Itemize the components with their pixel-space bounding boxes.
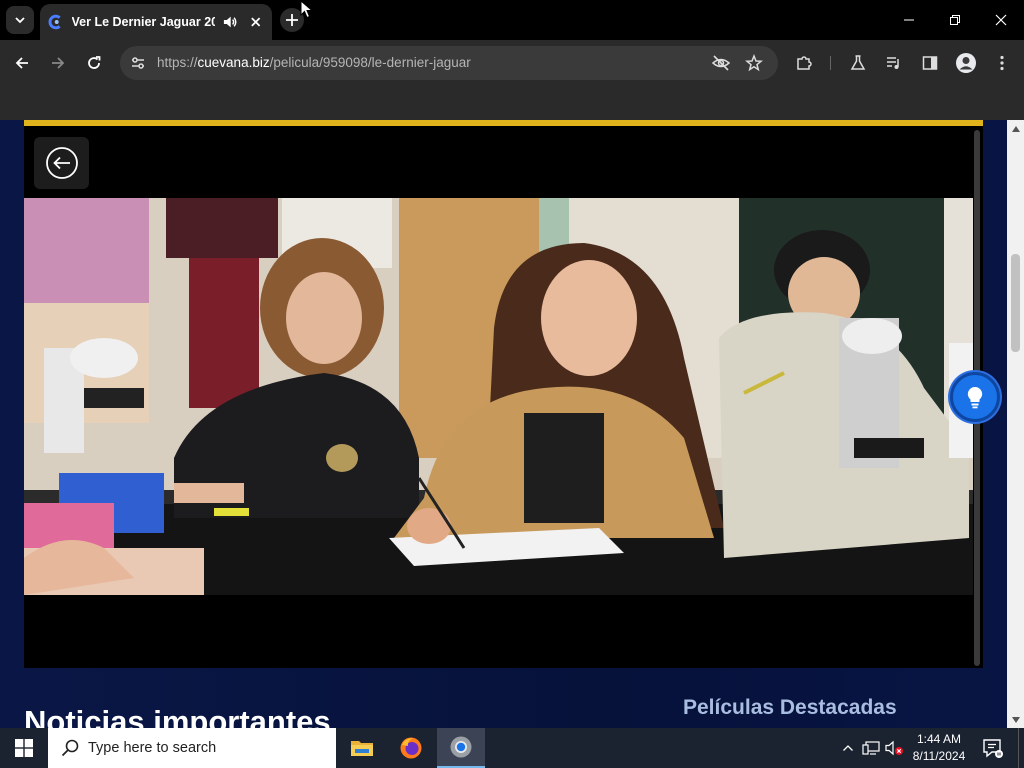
chrome-button[interactable] <box>437 728 485 768</box>
speaker-muted-icon <box>885 740 903 756</box>
url-path: /pelicula/959098/le-dernier-jaguar <box>269 55 471 70</box>
search-icon <box>61 739 79 757</box>
chevron-up-icon <box>843 745 853 751</box>
video-player[interactable] <box>24 120 983 668</box>
taskbar-clock[interactable]: 1:44 AM 8/11/2024 <box>906 731 972 765</box>
windows-taskbar: Type here to search 1:44 AM 8/11/2024 <box>0 728 1024 768</box>
tab-search-button[interactable] <box>6 6 34 34</box>
firefox-icon <box>400 737 422 759</box>
browser-toolbar: https://cuevana.biz/pelicula/959098/le-d… <box>0 40 1024 86</box>
close-icon <box>995 14 1007 26</box>
minimize-button[interactable] <box>897 8 921 32</box>
scrollbar-thumb[interactable] <box>1011 254 1020 352</box>
network-button[interactable] <box>861 738 881 758</box>
plus-icon <box>286 14 298 26</box>
minimize-icon <box>904 19 914 21</box>
help-fab-button[interactable] <box>950 372 1000 422</box>
bookmark-star-button[interactable] <box>744 53 764 73</box>
show-desktop-button[interactable] <box>1018 728 1024 768</box>
clock-date: 8/11/2024 <box>912 749 966 763</box>
chrome-icon <box>450 736 472 758</box>
volume-button[interactable] <box>884 738 904 758</box>
scroll-down-button[interactable] <box>1007 711 1024 728</box>
circle-arrow-left-icon <box>45 147 78 179</box>
toolbar-divider <box>830 56 831 70</box>
extensions-button[interactable] <box>792 51 816 75</box>
speaker-audio-icon[interactable] <box>221 13 238 31</box>
arrow-left-icon <box>15 57 28 69</box>
tune-icon <box>132 57 144 69</box>
star-icon <box>745 54 763 72</box>
restore-icon <box>950 15 960 25</box>
forward-button[interactable] <box>46 51 70 75</box>
file-explorer-button[interactable] <box>338 728 386 768</box>
arrow-right-icon <box>52 57 65 69</box>
profile-button[interactable] <box>954 51 978 75</box>
reload-button[interactable] <box>82 51 106 75</box>
puzzle-icon <box>797 56 812 70</box>
search-placeholder: Type here to search <box>88 740 217 756</box>
page-scrollbar[interactable] <box>1007 120 1024 728</box>
url-scheme: https:// <box>157 55 198 70</box>
site-info-button[interactable] <box>128 53 148 73</box>
eye-off-icon <box>711 55 731 71</box>
news-heading: Noticias importantes <box>24 704 331 728</box>
video-frame[interactable] <box>24 198 973 595</box>
playlist-music-icon <box>887 57 899 69</box>
restore-button[interactable] <box>943 8 967 32</box>
browser-menu-button[interactable] <box>990 51 1014 75</box>
page-viewport: Noticias importantes Películas Destacada… <box>0 120 1007 728</box>
notification-center-icon[interactable] <box>980 736 1004 760</box>
url-text[interactable]: https://cuevana.biz/pelicula/959098/le-d… <box>157 55 471 70</box>
featured-movies-heading: Películas Destacadas <box>683 696 897 719</box>
start-button[interactable] <box>0 728 48 768</box>
reload-icon <box>88 56 101 69</box>
tracking-protection-button[interactable] <box>711 53 731 73</box>
flask-icon <box>850 55 866 70</box>
triangle-down-icon <box>1011 716 1020 723</box>
mouse-cursor-icon <box>300 0 314 19</box>
firefox-button[interactable] <box>387 728 435 768</box>
labs-button[interactable] <box>846 51 870 75</box>
windows-logo-icon <box>15 739 33 757</box>
player-back-button[interactable] <box>34 137 89 189</box>
network-icon <box>862 741 880 755</box>
back-button[interactable] <box>10 51 34 75</box>
profile-avatar-icon <box>956 53 976 73</box>
more-vert-icon <box>1000 55 1004 71</box>
address-bar[interactable]: https://cuevana.biz/pelicula/959098/le-d… <box>120 46 778 80</box>
cuevana-favicon-icon <box>48 14 61 30</box>
side-panel-button[interactable] <box>918 51 942 75</box>
url-host: cuevana.biz <box>197 55 270 70</box>
side-panel-icon <box>922 56 938 70</box>
triangle-up-icon <box>1011 125 1020 132</box>
tab-strip: Ver Le Dernier Jaguar 2024 <box>0 0 1024 40</box>
tray-overflow-button[interactable] <box>838 738 858 758</box>
close-window-button[interactable] <box>989 8 1013 32</box>
taskbar-search-box[interactable]: Type here to search <box>48 728 336 768</box>
media-control-button[interactable] <box>882 51 906 75</box>
video-still-image <box>24 198 973 595</box>
tab-title: Ver Le Dernier Jaguar 2024 <box>71 15 216 29</box>
lightbulb-icon <box>967 386 983 409</box>
clock-time: 1:44 AM <box>916 732 962 746</box>
scroll-up-button[interactable] <box>1007 120 1024 137</box>
folder-icon <box>351 741 373 756</box>
browser-tab-active[interactable]: Ver Le Dernier Jaguar 2024 <box>40 4 272 40</box>
tab-close-icon[interactable] <box>247 13 264 31</box>
chevron-down-icon <box>15 17 25 24</box>
bookmarks-bar <box>0 86 1024 120</box>
